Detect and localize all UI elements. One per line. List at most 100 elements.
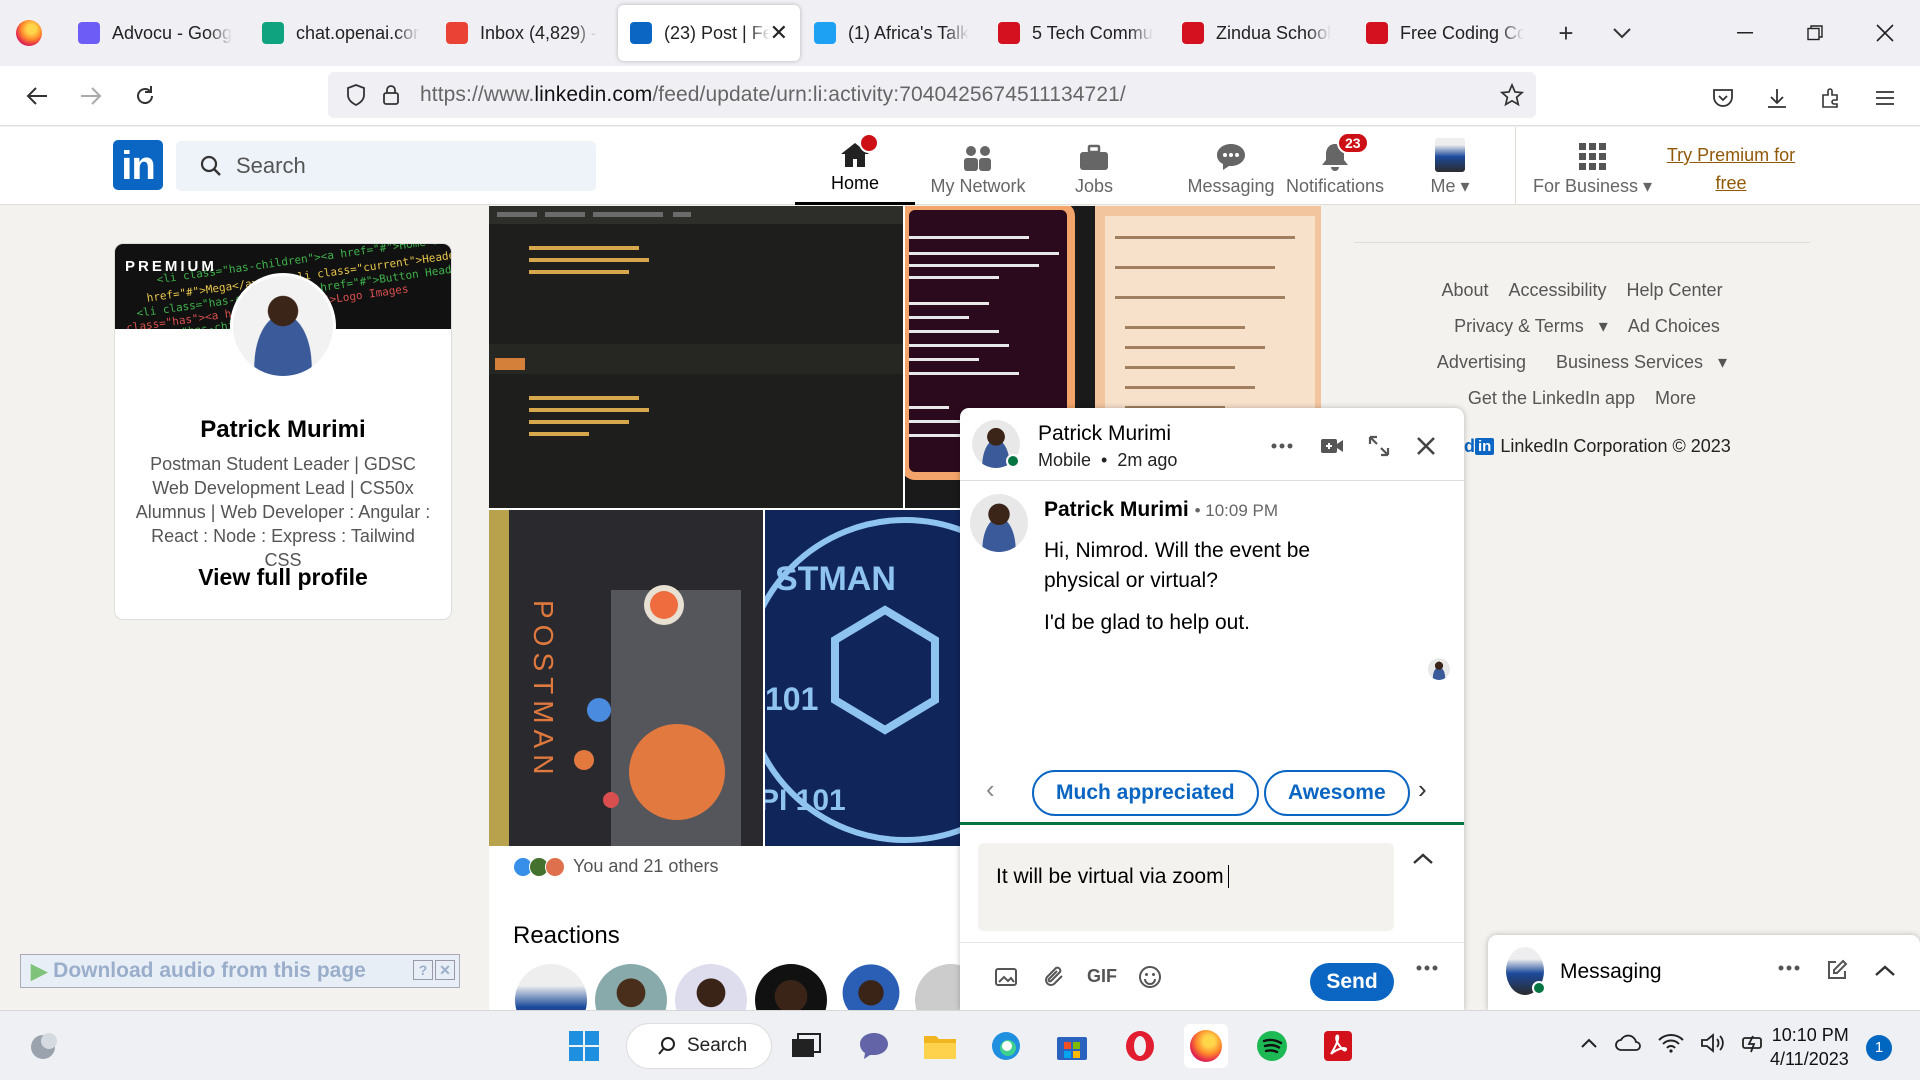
battery-charging-icon[interactable] xyxy=(1742,1033,1766,1053)
forward-arrow-icon[interactable] xyxy=(64,72,118,120)
minimize-window-button[interactable] xyxy=(1710,0,1780,66)
compose-new-message-icon[interactable] xyxy=(1826,959,1848,981)
browser-tab[interactable]: (1) Africa's Talk xyxy=(802,5,984,61)
video-call-icon[interactable] xyxy=(1316,430,1348,462)
file-explorer-icon[interactable] xyxy=(918,1024,962,1068)
image-attach-icon[interactable] xyxy=(982,957,1030,997)
browser-tab[interactable]: chat.openai.com xyxy=(250,5,432,61)
linkedin-search-input[interactable]: Search xyxy=(176,141,596,191)
restore-window-button[interactable] xyxy=(1780,0,1850,66)
opera-icon[interactable] xyxy=(1118,1024,1162,1068)
view-full-profile-link[interactable]: View full profile xyxy=(115,564,451,591)
footer-link-accessibility[interactable]: Accessibility xyxy=(1508,280,1606,300)
reactions-summary[interactable]: You and 21 others xyxy=(513,856,718,877)
acrobat-reader-icon[interactable] xyxy=(1316,1024,1360,1068)
footer-link-business-services[interactable]: Business Services ▾ xyxy=(1546,352,1727,372)
spotify-icon[interactable] xyxy=(1250,1024,1294,1068)
close-icon[interactable]: ✕ xyxy=(435,960,455,980)
footer-link-more[interactable]: More xyxy=(1655,388,1696,408)
chat-contact-name[interactable]: Patrick Murimi xyxy=(1038,422,1171,446)
reactor-avatar[interactable] xyxy=(595,964,667,1010)
hamburger-menu-icon[interactable] xyxy=(1858,74,1912,122)
emoji-icon[interactable] xyxy=(1126,957,1174,997)
nav-messaging[interactable]: Messaging xyxy=(1166,127,1296,205)
suggested-reply-chip[interactable]: Awesome xyxy=(1264,770,1410,816)
expand-icon[interactable] xyxy=(1363,430,1395,462)
footer-link-help-center[interactable]: Help Center xyxy=(1627,280,1723,300)
help-icon[interactable]: ? xyxy=(413,960,433,980)
footer-link-get-app[interactable]: Get the LinkedIn app xyxy=(1468,388,1635,408)
pocket-icon[interactable] xyxy=(1696,74,1750,122)
footer-link-privacy-terms[interactable]: Privacy & Terms ▾ xyxy=(1444,316,1608,336)
start-windows-icon[interactable] xyxy=(562,1024,606,1068)
download-audio-extension-bar[interactable]: ▶ Download audio from this page ? ✕ xyxy=(20,954,460,988)
notification-center-badge[interactable]: 1 xyxy=(1866,1035,1892,1061)
linkedin-logo[interactable]: in xyxy=(113,140,163,190)
messaging-expand-chevron-icon[interactable] xyxy=(1874,965,1896,977)
edge-browser-icon[interactable] xyxy=(984,1024,1028,1068)
address-bar[interactable]: https://www.linkedin.com/feed/update/urn… xyxy=(328,72,1536,118)
profile-avatar[interactable] xyxy=(230,273,336,379)
download-audio-label[interactable]: Download audio from this page xyxy=(53,959,366,983)
replies-prev-chevron-icon[interactable]: ‹ xyxy=(986,774,995,805)
reactor-avatar[interactable] xyxy=(755,964,827,1010)
nav-me[interactable]: Me ▾ xyxy=(1410,127,1490,205)
browser-tab[interactable]: (23) Post | Feed✕ xyxy=(618,5,800,61)
extensions-puzzle-icon[interactable] xyxy=(1804,74,1858,122)
messaging-more-icon[interactable] xyxy=(1778,965,1800,971)
try-premium-link[interactable]: Try Premium for free xyxy=(1640,141,1822,197)
nav-notifications[interactable]: 23 Notifications xyxy=(1280,127,1390,205)
suggested-reply-chip[interactable]: Much appreciated xyxy=(1032,770,1259,816)
nav-home[interactable]: Home xyxy=(795,127,915,205)
task-view-icon[interactable] xyxy=(784,1024,828,1068)
nav-for-business[interactable]: For Business ▾ xyxy=(1530,127,1655,205)
chat-header[interactable]: Patrick Murimi Mobile • 2m ago xyxy=(960,408,1464,481)
reactor-avatar[interactable] xyxy=(835,964,907,1010)
post-image-postman-screenshot[interactable] xyxy=(489,206,903,508)
back-arrow-icon[interactable] xyxy=(10,72,64,120)
onedrive-cloud-icon[interactable] xyxy=(1614,1034,1642,1052)
post-image-postman-swag[interactable]: POSTMAN xyxy=(489,510,763,846)
footer-link-ad-choices[interactable]: Ad Choices xyxy=(1628,316,1720,336)
taskbar-search[interactable]: Search xyxy=(626,1023,772,1069)
reactor-avatar[interactable] xyxy=(515,964,587,1010)
wifi-icon[interactable] xyxy=(1658,1033,1684,1053)
firefox-taskbar-icon[interactable] xyxy=(1184,1024,1228,1068)
close-tab-icon[interactable]: ✕ xyxy=(770,20,788,46)
nav-jobs[interactable]: Jobs xyxy=(1054,127,1134,205)
browser-tab[interactable]: Advocu - Goog xyxy=(66,5,248,61)
gif-icon[interactable]: GIF xyxy=(1078,957,1126,997)
browser-tab[interactable]: Inbox (4,829) - xyxy=(434,5,616,61)
paperclip-icon[interactable] xyxy=(1030,957,1078,997)
message-author-avatar[interactable] xyxy=(970,494,1028,552)
footer-link-about[interactable]: About xyxy=(1441,280,1488,300)
reactor-avatar[interactable] xyxy=(675,964,747,1010)
footer-link-advertising[interactable]: Advertising xyxy=(1437,352,1526,372)
bookmark-star-icon[interactable] xyxy=(1500,83,1524,107)
more-options-icon[interactable] xyxy=(1266,430,1298,462)
downloads-icon[interactable] xyxy=(1750,74,1804,122)
replies-next-chevron-icon[interactable]: › xyxy=(1418,774,1427,805)
microsoft-store-icon[interactable] xyxy=(1050,1024,1094,1068)
widgets-icon[interactable] xyxy=(22,1024,66,1068)
new-tab-button[interactable]: + xyxy=(1538,5,1594,61)
browser-tab[interactable]: Zindua School xyxy=(1170,5,1352,61)
show-hidden-icons-chevron-icon[interactable] xyxy=(1580,1038,1598,1048)
collapse-compose-chevron-icon[interactable] xyxy=(1412,853,1434,865)
firefox-icon[interactable] xyxy=(16,20,42,46)
messaging-overlay-bar[interactable]: Messaging xyxy=(1488,935,1920,1010)
nav-my-network[interactable]: My Network xyxy=(918,127,1038,205)
browser-tab[interactable]: Free Coding Co xyxy=(1354,5,1536,61)
send-options-icon[interactable] xyxy=(1416,965,1438,971)
close-icon[interactable] xyxy=(1410,430,1442,462)
message-author[interactable]: Patrick Murimi • 10:09 PM xyxy=(1044,498,1278,522)
close-window-button[interactable] xyxy=(1850,0,1920,66)
url-text[interactable]: https://www.linkedin.com/feed/update/urn… xyxy=(420,83,1126,107)
send-button[interactable]: Send xyxy=(1310,963,1394,1001)
message-input[interactable]: It will be virtual via zoom xyxy=(978,843,1394,931)
list-tabs-chevron-icon[interactable] xyxy=(1594,5,1650,61)
teams-chat-icon[interactable] xyxy=(852,1024,896,1068)
browser-tab[interactable]: 5 Tech Commu xyxy=(986,5,1168,61)
system-clock[interactable]: 10:10 PM 4/11/2023 xyxy=(1770,1023,1849,1071)
reload-icon[interactable] xyxy=(118,72,172,120)
